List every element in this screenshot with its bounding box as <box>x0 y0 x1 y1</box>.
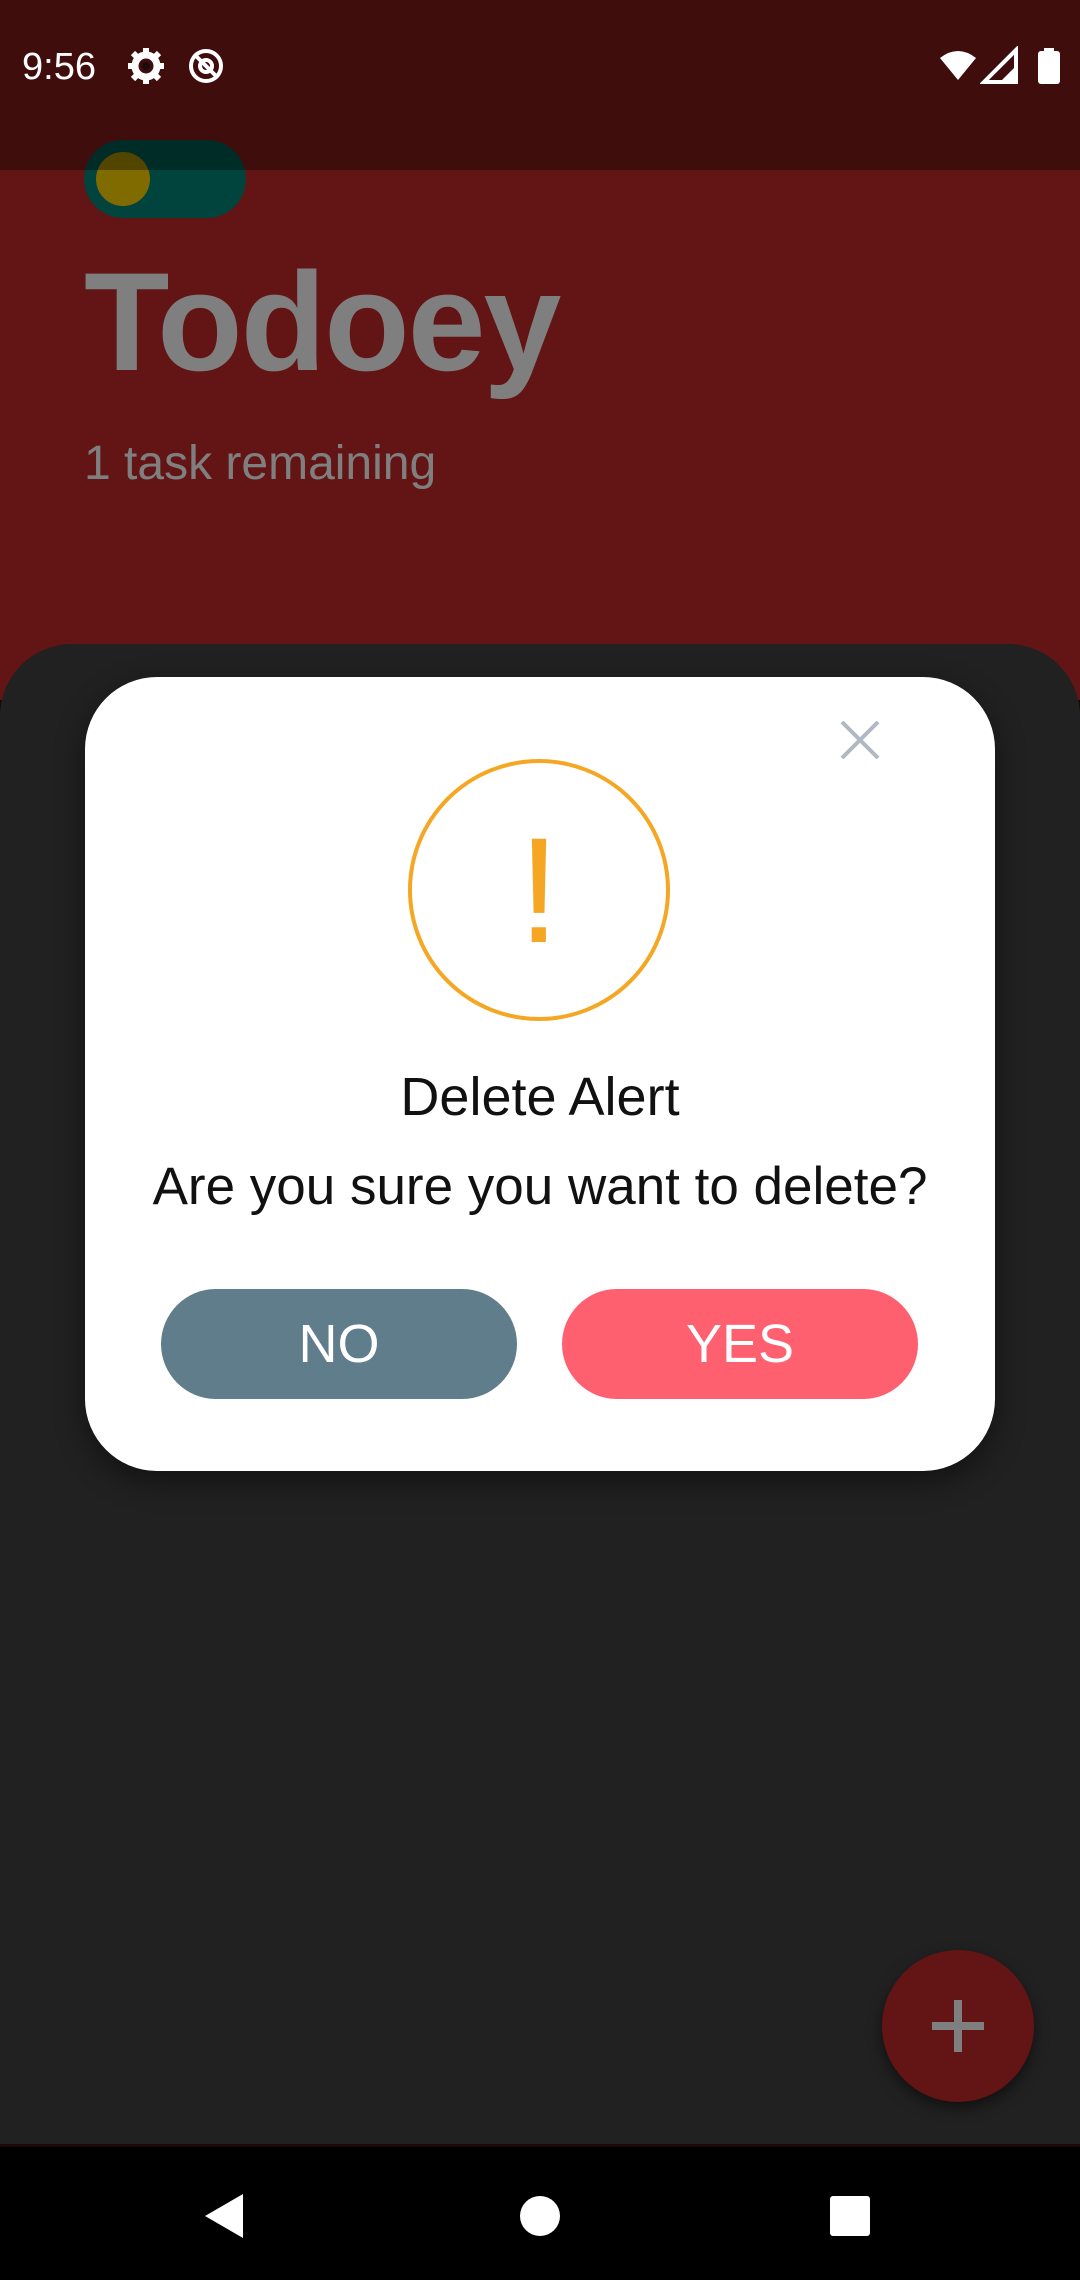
recents-icon <box>830 2196 870 2236</box>
dialog-message: Are you sure you want to delete? <box>152 1157 928 1216</box>
screen: Todoey 1 task remaining 9:56 <box>0 0 1080 2280</box>
no-sync-icon <box>189 49 223 83</box>
back-button[interactable] <box>195 2186 255 2246</box>
gear-icon <box>128 48 164 84</box>
home-icon <box>520 2196 560 2236</box>
no-button[interactable]: NO <box>161 1289 517 1399</box>
close-icon <box>840 720 880 760</box>
back-icon <box>205 2194 243 2238</box>
dialog-title: Delete Alert <box>400 1067 680 1127</box>
cell-signal-icon <box>980 46 1018 84</box>
exclamation-icon: ! <box>408 759 670 1021</box>
battery-icon <box>1038 48 1060 84</box>
status-time: 9:56 <box>22 46 96 88</box>
wifi-icon <box>940 51 976 80</box>
recents-button[interactable] <box>820 2186 880 2246</box>
close-button[interactable] <box>828 708 892 772</box>
yes-button[interactable]: YES <box>562 1289 918 1399</box>
home-button[interactable] <box>510 2186 570 2246</box>
exclamation-mark: ! <box>518 806 560 974</box>
